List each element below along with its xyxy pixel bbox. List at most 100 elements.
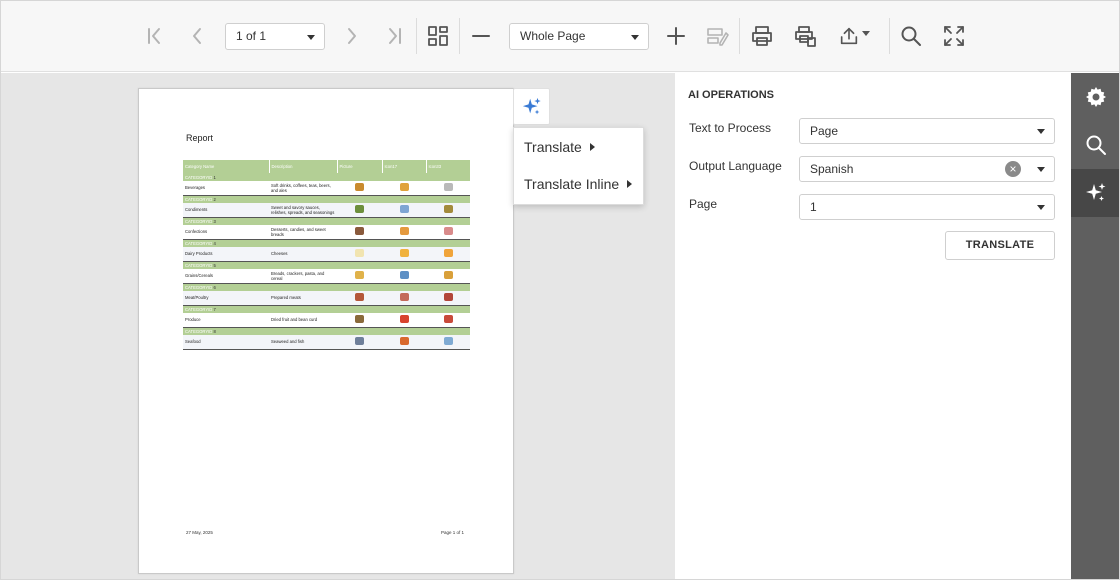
category-label: CATEGORYID (185, 284, 213, 290)
icon-cell (426, 181, 470, 196)
icon-cell (426, 225, 470, 240)
search-icon (901, 26, 921, 46)
picture-cell (337, 269, 382, 284)
category-icon (399, 227, 409, 236)
category-label: CATEGORYID (185, 262, 213, 268)
picture-cell (337, 225, 382, 240)
category-cell: CATEGORYID 7 (183, 305, 470, 313)
menu-item-translate-inline[interactable]: Translate Inline (524, 176, 633, 192)
editing-fields-button[interactable] (700, 19, 734, 53)
category-row: CATEGORYID 1 (183, 173, 470, 181)
chevron-down-icon (862, 30, 870, 36)
category-name-cell: Meat/Poultry (183, 291, 269, 306)
page-label: Page (689, 197, 718, 211)
category-icon (399, 205, 409, 214)
chevron-down-icon (1037, 205, 1045, 210)
export-button[interactable] (832, 19, 876, 53)
category-icon (443, 227, 453, 236)
table-row: Dairy Products Cheeses (183, 247, 470, 262)
icon-cell (426, 335, 470, 350)
category-label: CATEGORYID (185, 174, 213, 180)
translate-button[interactable]: TRANSLATE (945, 231, 1055, 260)
chevron-down-icon (1037, 167, 1045, 172)
category-cell: CATEGORYID 6 (183, 283, 470, 291)
ai-context-menu: Translate Translate Inline (513, 127, 644, 205)
report-table: Category Name Description Picture Icon17… (183, 160, 470, 350)
category-name-cell: Confections (183, 225, 269, 240)
ai-assistant-button[interactable] (513, 88, 550, 125)
menu-item-translate[interactable]: Translate (524, 139, 595, 155)
zoom-selector[interactable]: Whole Page (509, 23, 649, 50)
category-picture (355, 183, 364, 192)
zoom-in-button[interactable] (659, 19, 693, 53)
page-select[interactable]: 1 (799, 194, 1055, 220)
multipage-icon (428, 26, 448, 46)
icon-cell (382, 181, 426, 196)
next-page-button[interactable] (334, 19, 368, 53)
description-cell: Breads, crackers, pasta, and cereal (269, 269, 337, 284)
text-to-process-label: Text to Process (689, 121, 772, 135)
chevron-right-icon (589, 143, 595, 151)
category-icon (443, 205, 453, 214)
tab-properties[interactable] (1071, 73, 1119, 121)
category-icon (399, 271, 409, 280)
chevron-down-icon (307, 35, 315, 40)
toolbar-divider (416, 18, 417, 54)
report-table-body: CATEGORYID 1 Beverages Soft drinks, coffee… (183, 173, 470, 350)
zoom-out-button[interactable] (464, 19, 498, 53)
side-tab-bar (1071, 73, 1119, 579)
icon-cell (426, 291, 470, 306)
description-cell: Sweet and savory sauces, relishes, sprea… (269, 203, 337, 218)
category-id: 6 (213, 284, 216, 290)
report-page[interactable]: Report Category Name Description Picture… (138, 88, 514, 574)
ai-operations-panel: AI OPERATIONS Text to Process Page Outpu… (675, 73, 1071, 579)
category-row: CATEGORYID 5 (183, 261, 470, 269)
category-icon (443, 249, 453, 258)
category-picture (355, 249, 364, 258)
category-name-cell: Condiments (183, 203, 269, 218)
category-icon (399, 249, 409, 258)
first-page-button[interactable] (138, 19, 172, 53)
tab-search[interactable] (1071, 121, 1119, 169)
output-language-select[interactable]: Spanish × (799, 156, 1055, 182)
category-id: 5 (213, 262, 216, 268)
description-cell: Seaweed and fish (269, 335, 337, 350)
chevron-right-icon (348, 28, 356, 44)
previous-page-button[interactable] (181, 19, 215, 53)
search-button[interactable] (894, 19, 928, 53)
menu-item-label: Translate Inline (524, 176, 620, 192)
fullscreen-icon (944, 26, 964, 46)
menu-item-label: Translate (524, 139, 582, 155)
print-button[interactable] (745, 19, 779, 53)
tab-ai-operations[interactable] (1071, 169, 1119, 217)
footer-page-number: Page 1 of 1 (441, 530, 465, 535)
category-icon (443, 271, 453, 280)
text-to-process-value: Page (810, 124, 839, 138)
page-value: 1 (810, 200, 817, 214)
toolbar-divider (459, 18, 460, 54)
chevron-down-icon (1037, 129, 1045, 134)
picture-cell (337, 181, 382, 196)
category-icon (443, 183, 453, 192)
minus-icon (472, 35, 490, 37)
category-name-cell: Produce (183, 313, 269, 328)
clear-icon[interactable]: × (1005, 161, 1021, 177)
icon-cell (382, 225, 426, 240)
category-icon (399, 337, 409, 346)
description-cell: Prepared meats (269, 291, 337, 306)
page-selector[interactable]: 1 of 1 (225, 23, 325, 50)
icon-cell (426, 203, 470, 218)
page-selector-value: 1 of 1 (236, 29, 267, 43)
category-row: CATEGORYID 4 (183, 239, 470, 247)
multipage-toggle-button[interactable] (421, 19, 455, 53)
icon-cell (426, 269, 470, 284)
category-id: 7 (213, 306, 216, 312)
category-picture (355, 227, 364, 236)
column-header: Icon17 (382, 160, 427, 173)
table-row: Produce Dried fruit and bean curd (183, 313, 470, 328)
fullscreen-button[interactable] (937, 19, 971, 53)
print-page-button[interactable] (788, 19, 822, 53)
last-page-button[interactable] (377, 19, 411, 53)
text-to-process-select[interactable]: Page (799, 118, 1055, 144)
gear-icon (1086, 87, 1106, 107)
